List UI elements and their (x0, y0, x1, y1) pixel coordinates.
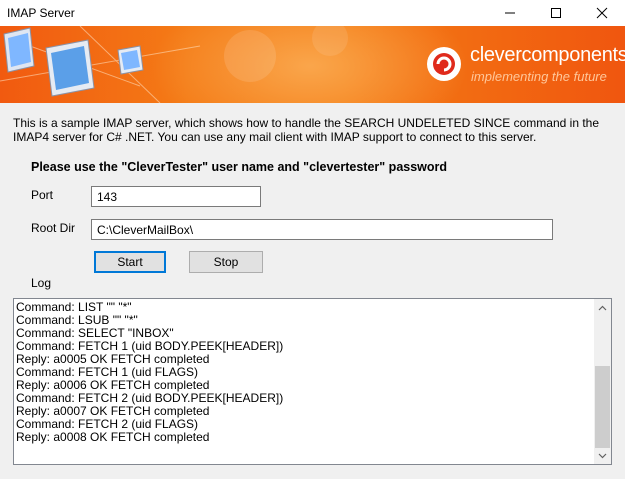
title-bar: IMAP Server (0, 0, 625, 27)
network-illustration (0, 26, 348, 103)
port-input[interactable]: 143 (91, 186, 261, 207)
clevercomponents-logo-icon (427, 47, 461, 81)
monitor-icon (3, 27, 35, 73)
log-label: Log (31, 276, 52, 290)
rootdir-label: Root Dir (31, 221, 76, 235)
chevron-down-icon (598, 453, 607, 458)
log-lines: Command: LIST "" "*" Command: LSUB "" "*"… (16, 301, 591, 444)
close-button[interactable] (579, 0, 625, 26)
maximize-icon (551, 8, 561, 18)
port-label: Port (31, 188, 54, 202)
monitor-icon (45, 39, 95, 97)
log-line: Reply: a0008 OK FETCH completed (16, 430, 210, 444)
close-icon (596, 7, 608, 19)
stop-button[interactable]: Stop (189, 251, 263, 273)
monitor-icon (117, 45, 144, 75)
minimize-icon (505, 12, 515, 14)
header-banner: clevercomponents implementing the future (0, 26, 625, 103)
brand-tagline: implementing the future (471, 69, 607, 84)
minimize-button[interactable] (487, 0, 533, 26)
chevron-up-icon (598, 305, 607, 310)
log-scrollbar[interactable] (594, 299, 611, 464)
maximize-button[interactable] (533, 0, 579, 26)
start-button[interactable]: Start (94, 251, 166, 273)
rootdir-input[interactable]: C:\CleverMailBox\ (91, 219, 553, 240)
window-title: IMAP Server (7, 6, 75, 20)
description-text: This is a sample IMAP server, which show… (13, 116, 600, 144)
credentials-notice: Please use the "CleverTester" user name … (31, 160, 448, 174)
scroll-down-button[interactable] (594, 447, 611, 464)
log-listbox[interactable]: Command: LIST "" "*" Command: LSUB "" "*"… (13, 298, 612, 465)
scroll-thumb[interactable] (595, 366, 610, 448)
brand-name: clevercomponents (470, 44, 625, 66)
scroll-up-button[interactable] (594, 299, 611, 316)
